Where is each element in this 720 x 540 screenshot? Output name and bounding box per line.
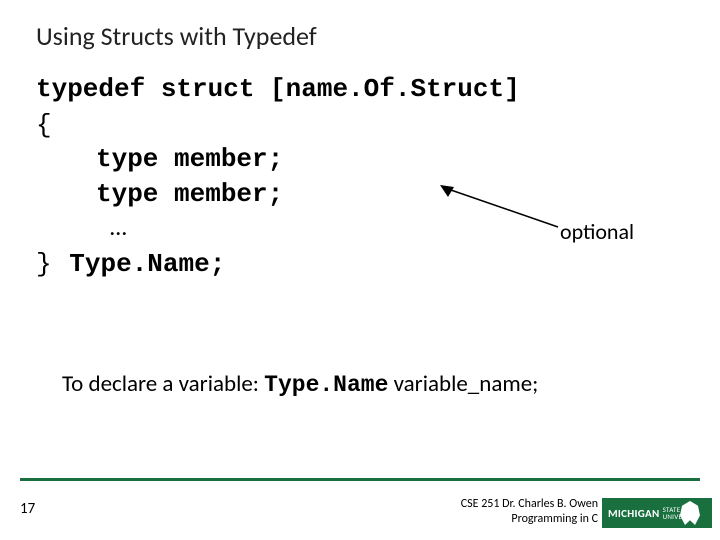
struct-member-2: type member; [0, 177, 720, 212]
declare-suffix: variable_name; [388, 370, 538, 398]
arrow-annotation [440, 185, 570, 235]
page-number: 17 [20, 500, 35, 518]
semicolon: ; [210, 249, 226, 279]
slide-title: Using Structs with Typedef [0, 20, 720, 52]
arrow-icon [440, 185, 560, 229]
brace-close-row: } Type.Name; [0, 245, 720, 282]
footer-credit: CSE 251 Dr. Charles B. Owen Programming … [461, 497, 598, 526]
logo-main: MICHIGAN [608, 507, 660, 520]
typedef-name: Type.Name [69, 249, 209, 279]
credit-line-1: CSE 251 Dr. Charles B. Owen [461, 497, 598, 511]
declare-variable-text: To declare a variable: Type.Name variabl… [62, 370, 538, 398]
brace-open: { [0, 110, 720, 140]
declare-typename: Type.Name [264, 372, 388, 398]
typedef-declaration: typedef struct [name.Of.Struct] [0, 74, 720, 104]
credit-line-2: Programming in C [461, 512, 598, 526]
footer-divider [20, 478, 700, 481]
struct-member-1: type member; [0, 142, 720, 177]
optional-label: optional [560, 218, 634, 245]
msu-logo: MICHIGAN STATE UNIVERSITY [602, 498, 712, 528]
spartan-helmet-icon [680, 501, 700, 525]
declare-prefix: To declare a variable: [62, 370, 264, 398]
slide: Using Structs with Typedef typedef struc… [0, 0, 720, 540]
brace-close: } [36, 249, 52, 279]
